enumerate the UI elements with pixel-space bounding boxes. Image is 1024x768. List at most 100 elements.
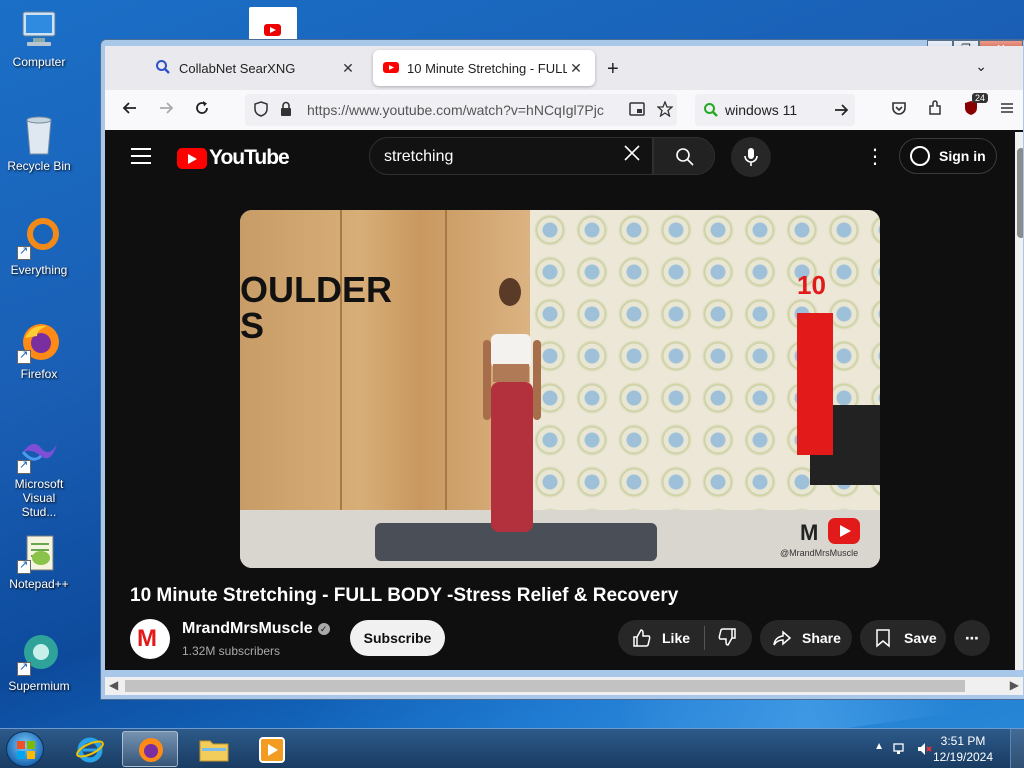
- tab-title: CollabNet SearXNG: [179, 60, 296, 76]
- horizontal-scrollbar[interactable]: ◀ ▶: [105, 677, 1023, 695]
- voice-search-button[interactable]: [731, 137, 771, 177]
- video-overlay-text: OULDER S: [240, 272, 392, 344]
- shield-icon[interactable]: [253, 101, 269, 120]
- scroll-left-icon[interactable]: ◀: [109, 678, 118, 692]
- extensions-icon[interactable]: [927, 100, 943, 120]
- lock-icon[interactable]: [279, 101, 293, 120]
- taskbar: ▲ 3:51 PM 12/19/2024: [0, 728, 1024, 768]
- file-explorer-icon: [199, 740, 229, 762]
- search-bar[interactable]: windows 11: [695, 94, 855, 126]
- share-arrow-icon: [773, 630, 792, 646]
- desktop-icon-computer[interactable]: Computer: [4, 8, 74, 69]
- navigation-toolbar: https://www.youtube.com/watch?v=hNCqIgl7…: [105, 90, 1023, 130]
- youtube-search-button[interactable]: [653, 137, 715, 175]
- guide-menu-icon[interactable]: [131, 148, 151, 164]
- youtube-play-icon: [264, 24, 281, 36]
- search-bar-value: windows 11: [725, 102, 798, 118]
- shortcut-arrow-icon: [17, 458, 31, 474]
- pocket-icon[interactable]: [891, 100, 907, 120]
- tab-youtube-video[interactable]: 10 Minute Stretching - FULL BO ✕: [373, 50, 595, 86]
- close-tab-button[interactable]: ✕: [567, 60, 585, 77]
- vertical-scrollbar[interactable]: [1015, 132, 1023, 670]
- taskbar-internet-explorer[interactable]: [62, 731, 118, 767]
- vertical-scrollbar-thumb[interactable]: [1017, 148, 1023, 238]
- channel-avatar[interactable]: M: [130, 619, 170, 659]
- like-button[interactable]: Like: [632, 628, 690, 648]
- channel-watermark[interactable]: M: [800, 518, 864, 548]
- search-icon: [676, 148, 694, 166]
- subscriber-count: 1.32M subscribers: [182, 644, 281, 658]
- search-go-icon[interactable]: [833, 102, 849, 123]
- menu-icon[interactable]: [999, 100, 1015, 120]
- bookmark-star-icon[interactable]: [656, 100, 674, 120]
- scroll-right-icon[interactable]: ▶: [1010, 678, 1019, 692]
- search-icon: [155, 59, 171, 78]
- taskbar-clock[interactable]: 3:51 PM 12/19/2024: [928, 733, 998, 765]
- video-overlay-line2: S: [240, 305, 265, 346]
- list-all-tabs-button[interactable]: ⌄: [975, 58, 987, 75]
- firefox-window: ▁ ❐ ✕ CollabNet SearXNG ✕ 10 Minute Stre…: [100, 39, 1024, 700]
- account-icon: [910, 146, 930, 166]
- computer-icon: [17, 8, 61, 52]
- save-label: Save: [904, 630, 937, 646]
- youtube-logo[interactable]: YouTube: [177, 146, 290, 170]
- show-hidden-icons-icon[interactable]: ▲: [874, 741, 884, 752]
- more-options-icon[interactable]: ⋮: [865, 144, 885, 169]
- network-icon[interactable]: [892, 741, 908, 760]
- ublock-origin-icon[interactable]: [963, 100, 979, 120]
- channel-name-link[interactable]: MrandMrsMuscle ✓: [182, 620, 330, 638]
- desktop-icon-label: Recycle Bin: [7, 159, 71, 173]
- taskbar-firefox[interactable]: [122, 731, 178, 767]
- thumbs-up-icon: [633, 629, 651, 647]
- clear-search-icon[interactable]: [622, 142, 642, 170]
- extension-badge: 24: [972, 93, 989, 103]
- like-label: Like: [662, 630, 691, 646]
- youtube-search-input[interactable]: stretching: [369, 137, 653, 175]
- reload-button[interactable]: [191, 99, 213, 122]
- taskbar-media-player[interactable]: [244, 731, 300, 767]
- youtube-header: YouTube stretching ⋮ Sign in: [105, 130, 1023, 186]
- start-button[interactable]: [6, 731, 44, 767]
- desktop-icon-label: Microsoft Visual Stud...: [14, 477, 64, 519]
- desktop-icon-notepadpp[interactable]: Notepad++: [4, 530, 74, 591]
- clock-time: 3:51 PM: [940, 734, 986, 748]
- youtube-logo-icon: [177, 147, 207, 169]
- taskbar-file-explorer[interactable]: [186, 731, 242, 767]
- video-overlay-red-bar: [797, 313, 833, 455]
- thumbs-down-icon: [718, 627, 736, 646]
- picture-in-picture-icon[interactable]: [629, 101, 645, 120]
- tab-title: 10 Minute Stretching - FULL BO: [407, 60, 567, 76]
- watermark-logo-text: M: [800, 520, 819, 545]
- share-button[interactable]: Share: [760, 620, 852, 656]
- forward-button[interactable]: [155, 99, 177, 122]
- desktop-icon-supermium[interactable]: Supermium: [4, 632, 74, 693]
- back-button[interactable]: [119, 99, 141, 122]
- desktop-icon-recycle-bin[interactable]: Recycle Bin: [4, 112, 74, 173]
- new-tab-button[interactable]: +: [607, 58, 619, 81]
- youtube-search-value: stretching: [384, 148, 454, 165]
- horizontal-scrollbar-thumb[interactable]: [125, 680, 965, 692]
- save-button[interactable]: Save: [860, 620, 946, 656]
- desktop-icon-everything[interactable]: Everything: [4, 216, 74, 277]
- video-overlay-line1: OULDER: [240, 269, 392, 310]
- shortcut-arrow-icon: [17, 348, 31, 364]
- tab-bar: CollabNet SearXNG ✕ 10 Minute Stretching…: [105, 46, 1023, 90]
- sign-in-button[interactable]: Sign in: [899, 138, 997, 174]
- tab-searxng[interactable]: CollabNet SearXNG ✕: [145, 50, 367, 86]
- microphone-icon: [744, 148, 758, 166]
- video-title: 10 Minute Stretching - FULL BODY -Stress…: [130, 585, 679, 606]
- desktop-icon-firefox[interactable]: Firefox: [4, 320, 74, 381]
- recycle-bin-icon: [17, 112, 61, 156]
- video-player[interactable]: OULDER S 10 M @MrandMrsMuscle: [240, 210, 880, 568]
- sign-in-label: Sign in: [939, 148, 986, 164]
- internet-explorer-icon: [76, 737, 104, 763]
- dislike-button[interactable]: [717, 627, 737, 650]
- desktop-icon-visual-studio[interactable]: Microsoft Visual Stud...: [4, 430, 74, 519]
- windows-logo-icon: [17, 741, 35, 759]
- subscribe-button[interactable]: Subscribe: [350, 620, 445, 656]
- address-bar[interactable]: https://www.youtube.com/watch?v=hNCqIgl7…: [245, 94, 677, 126]
- share-label: Share: [802, 630, 841, 646]
- show-desktop-button[interactable]: [1010, 729, 1024, 768]
- close-tab-button[interactable]: ✕: [339, 60, 357, 77]
- more-actions-button[interactable]: ⋯: [954, 620, 990, 656]
